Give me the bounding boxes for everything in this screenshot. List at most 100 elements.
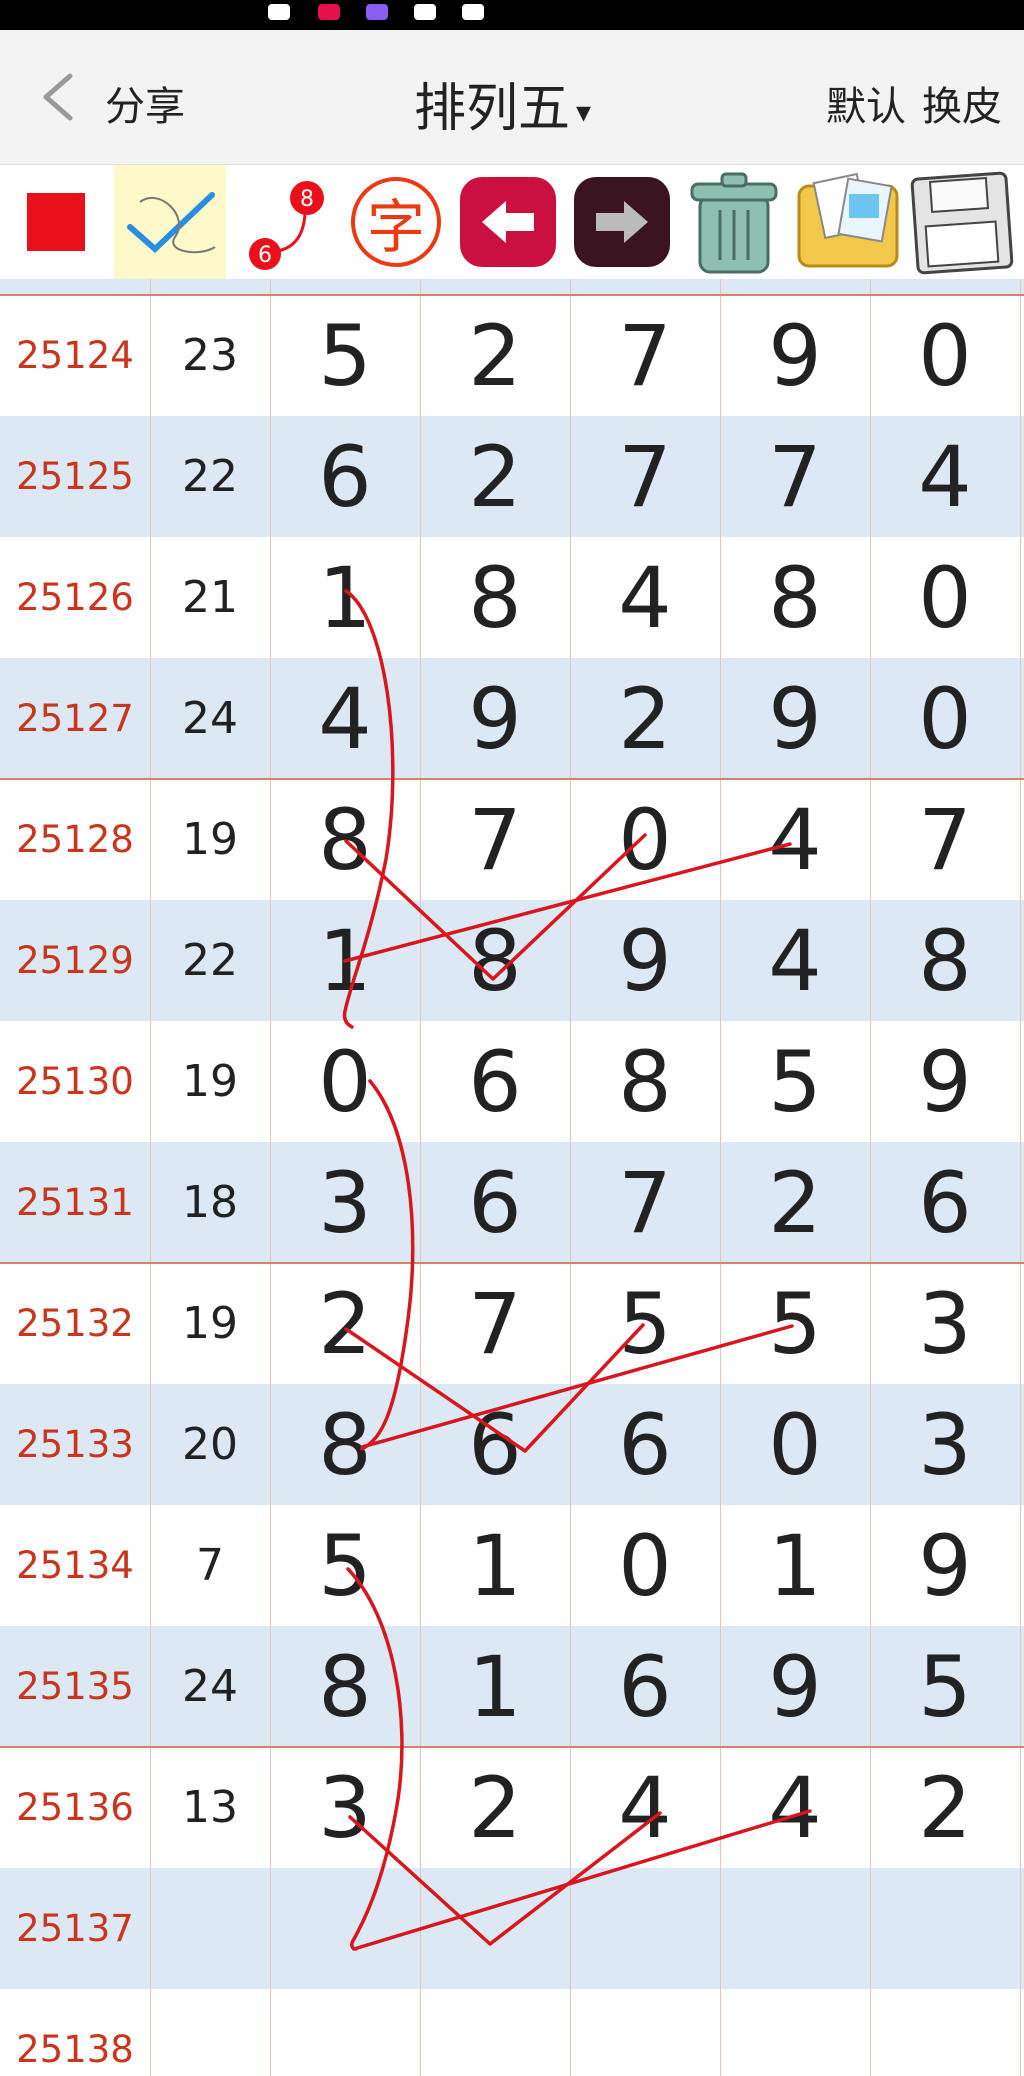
draw-digit[interactable]: 0 (570, 779, 720, 900)
color-picker-button[interactable] (0, 165, 112, 279)
draw-digit[interactable]: 7 (420, 1263, 570, 1384)
draw-digit[interactable]: 4 (870, 416, 1020, 537)
link-numbers-button[interactable]: 8 6 (226, 165, 338, 279)
arrow-left-icon (460, 177, 556, 267)
draw-digit[interactable]: 0 (870, 537, 1020, 658)
draw-digit[interactable]: 9 (870, 1505, 1020, 1626)
draw-digit[interactable]: 0 (720, 1384, 870, 1505)
draw-digit[interactable]: 2 (420, 295, 570, 416)
draw-digit[interactable] (420, 1989, 570, 2076)
draw-digit[interactable]: 1 (420, 1505, 570, 1626)
draw-digit[interactable]: 7 (870, 779, 1020, 900)
draw-digit[interactable]: 1 (270, 900, 420, 1021)
default-button[interactable]: 默认 (826, 84, 906, 130)
draw-digit[interactable]: 5 (720, 1263, 870, 1384)
digit-sum: 24 (182, 693, 238, 744)
digit-sum: 20 (182, 1419, 238, 1470)
draw-digit[interactable]: 5 (570, 1263, 720, 1384)
back-chevron-icon[interactable] (40, 72, 76, 122)
share-button[interactable]: 分享 (105, 74, 185, 132)
draw-digit[interactable] (570, 1868, 720, 1989)
draw-digit[interactable]: 5 (270, 1505, 420, 1626)
period-number: 25127 (16, 697, 134, 740)
draw-digit[interactable]: 6 (420, 1142, 570, 1263)
draw-digit[interactable]: 6 (270, 416, 420, 537)
draw-digit[interactable]: 7 (570, 1142, 720, 1263)
column-divider (150, 279, 151, 2076)
change-skin-button[interactable]: 换皮 (922, 84, 1002, 130)
draw-digit[interactable]: 5 (870, 1626, 1020, 1747)
pen-tool-button[interactable] (114, 165, 226, 279)
draw-digit[interactable]: 0 (870, 295, 1020, 416)
draw-digit[interactable] (570, 1989, 720, 2076)
draw-digit[interactable]: 6 (870, 1142, 1020, 1263)
period-number: 25138 (16, 2028, 134, 2071)
draw-digit[interactable]: 2 (870, 1747, 1020, 1868)
draw-digit[interactable]: 9 (420, 658, 570, 779)
draw-digit[interactable]: 4 (570, 537, 720, 658)
draw-digit[interactable] (270, 1868, 420, 1989)
draw-digit[interactable]: 4 (720, 900, 870, 1021)
draw-digit[interactable]: 8 (720, 537, 870, 658)
draw-digit[interactable]: 4 (570, 1747, 720, 1868)
draw-digit[interactable]: 9 (870, 1021, 1020, 1142)
draw-digit[interactable]: 0 (870, 658, 1020, 779)
notification-icon (414, 4, 436, 20)
text-tool-button[interactable]: 字 (340, 165, 452, 279)
digit-sum: 18 (182, 1177, 238, 1228)
draw-digit[interactable]: 7 (720, 416, 870, 537)
notification-icon (366, 4, 388, 20)
draw-digit[interactable]: 3 (870, 1384, 1020, 1505)
draw-digit[interactable]: 8 (270, 1626, 420, 1747)
draw-digit[interactable]: 6 (570, 1384, 720, 1505)
draw-digit[interactable]: 3 (270, 1142, 420, 1263)
draw-digit[interactable]: 2 (720, 1142, 870, 1263)
undo-button[interactable] (452, 165, 564, 279)
draw-digit[interactable]: 4 (720, 1747, 870, 1868)
draw-digit[interactable]: 4 (270, 658, 420, 779)
draw-digit[interactable]: 6 (420, 1021, 570, 1142)
draw-digit[interactable]: 1 (720, 1505, 870, 1626)
draw-digit[interactable]: 8 (570, 1021, 720, 1142)
draw-digit[interactable]: 2 (420, 416, 570, 537)
draw-digit[interactable]: 1 (270, 537, 420, 658)
draw-digit[interactable]: 9 (720, 1626, 870, 1747)
draw-digit[interactable] (870, 1989, 1020, 2076)
draw-digit[interactable]: 6 (570, 1626, 720, 1747)
draw-digit[interactable]: 7 (570, 416, 720, 537)
draw-digit[interactable]: 9 (570, 900, 720, 1021)
draw-digit[interactable]: 7 (420, 779, 570, 900)
draw-digit[interactable]: 9 (720, 658, 870, 779)
draw-digit[interactable]: 8 (270, 1384, 420, 1505)
draw-digit[interactable]: 3 (270, 1747, 420, 1868)
draw-digit[interactable]: 0 (570, 1505, 720, 1626)
draw-digit[interactable] (720, 1868, 870, 1989)
draw-digit[interactable]: 5 (270, 295, 420, 416)
draw-digit[interactable]: 7 (570, 295, 720, 416)
draw-digit[interactable]: 2 (270, 1263, 420, 1384)
draw-digit[interactable]: 4 (720, 779, 870, 900)
draw-digit[interactable] (870, 1868, 1020, 1989)
draw-digit[interactable]: 5 (720, 1021, 870, 1142)
draw-digit[interactable]: 8 (870, 900, 1020, 1021)
redo-button[interactable] (566, 165, 678, 279)
draw-digit[interactable] (270, 1989, 420, 2076)
draw-digit[interactable]: 9 (720, 295, 870, 416)
draw-digit[interactable]: 6 (420, 1384, 570, 1505)
dropdown-caret-icon: ▾ (576, 94, 592, 130)
save-button[interactable] (906, 165, 1018, 279)
draw-digit[interactable]: 8 (420, 900, 570, 1021)
draw-digit[interactable]: 1 (420, 1626, 570, 1747)
draw-digit[interactable]: 2 (570, 658, 720, 779)
draw-digit[interactable]: 8 (420, 537, 570, 658)
period-number: 25129 (16, 939, 134, 982)
draw-digit[interactable] (720, 1989, 870, 2076)
draw-digit[interactable]: 8 (270, 779, 420, 900)
draw-digit[interactable]: 3 (870, 1263, 1020, 1384)
draw-digit[interactable] (420, 1868, 570, 1989)
clear-button[interactable] (678, 165, 790, 279)
lottery-type-dropdown[interactable]: 排列五 ▾ (414, 66, 591, 141)
draw-digit[interactable]: 2 (420, 1747, 570, 1868)
draw-digit[interactable]: 0 (270, 1021, 420, 1142)
gallery-button[interactable] (792, 165, 904, 279)
